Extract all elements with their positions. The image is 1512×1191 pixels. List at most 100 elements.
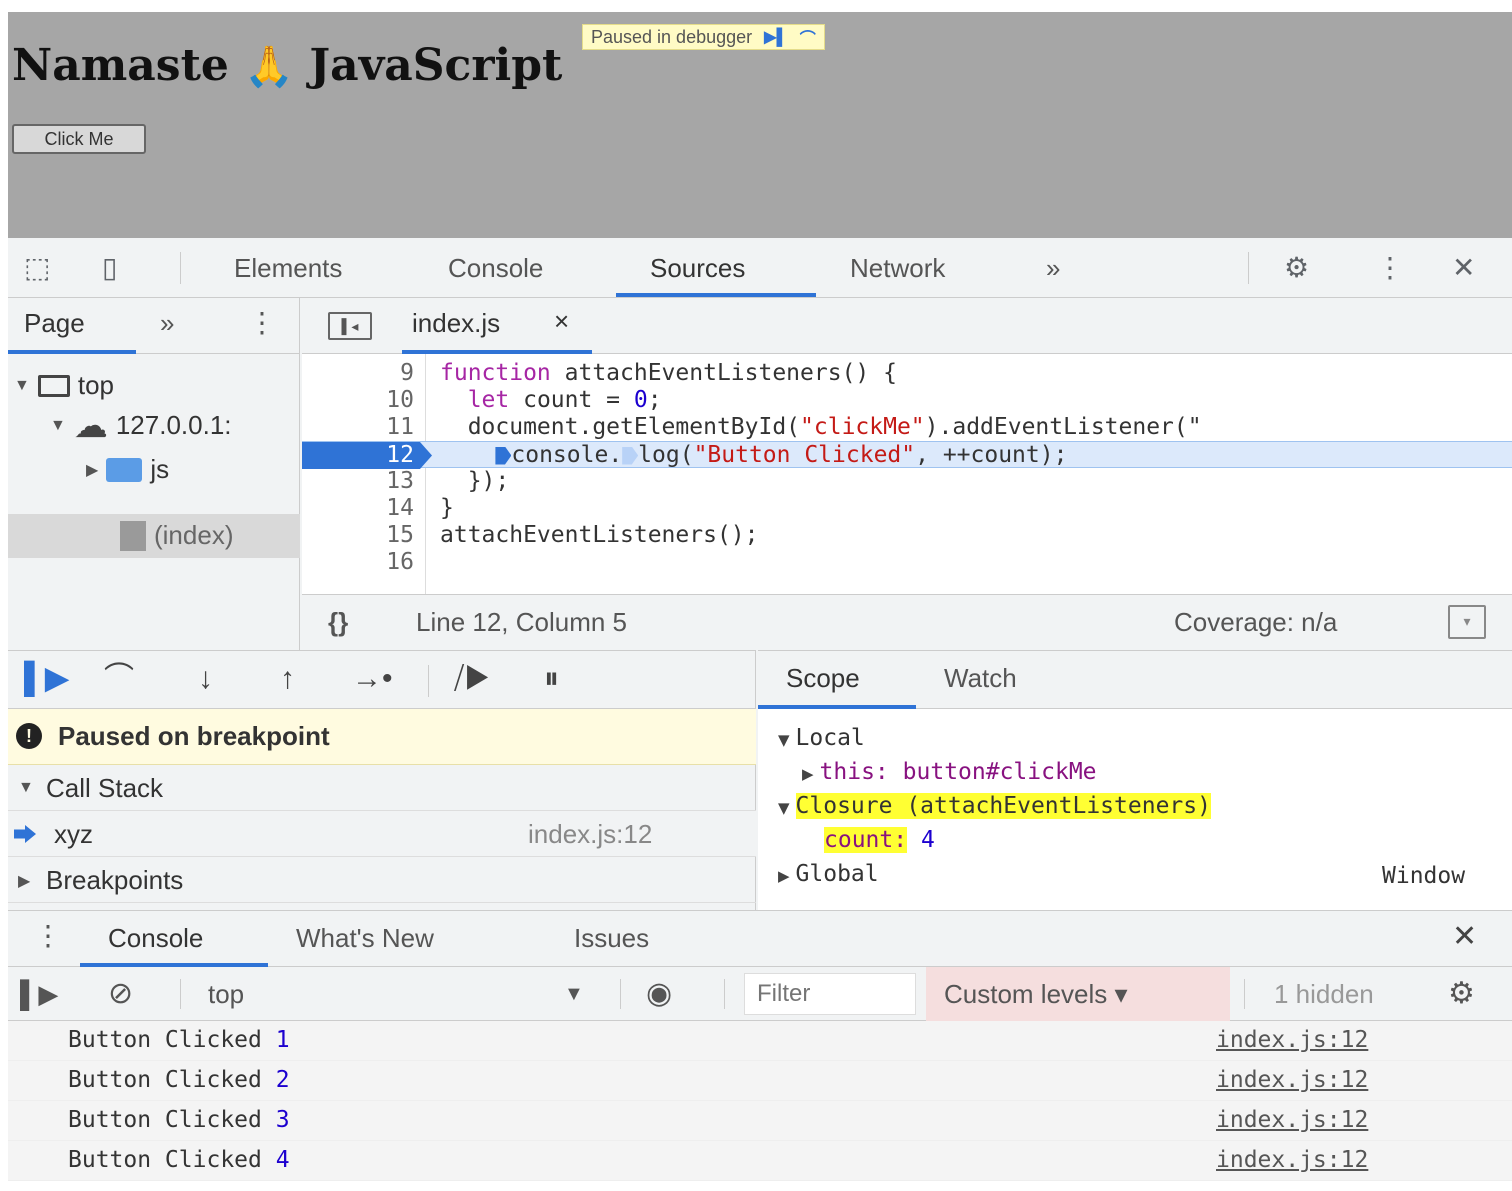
inline-breakpoint-icon[interactable] xyxy=(622,446,639,465)
console-settings-gear-icon[interactable]: ⚙ xyxy=(1448,977,1475,1011)
navigator-menu-icon[interactable]: ⋮ xyxy=(248,306,276,339)
code-line[interactable]: 11 document.getElementById("clickMe").ad… xyxy=(302,414,1512,441)
praying-hands-icon: 🙏 xyxy=(244,43,295,90)
code-line[interactable]: 15 attachEventListeners(); xyxy=(302,522,1512,549)
tree-item-js-folder[interactable]: ▶ js xyxy=(86,454,169,485)
log-source-link[interactable]: index.js:12 xyxy=(1216,1027,1368,1053)
line-number[interactable]: 15 xyxy=(302,522,414,549)
log-source-link[interactable]: index.js:12 xyxy=(1216,1067,1368,1093)
call-frame[interactable]: xyz index.js:12 xyxy=(8,811,756,857)
line-number[interactable]: 11 xyxy=(302,414,414,441)
code-text[interactable]: }); xyxy=(440,468,510,495)
code-text[interactable]: let count = 0; xyxy=(440,387,662,414)
tab-network[interactable]: Network xyxy=(850,250,945,286)
code-text[interactable]: } xyxy=(440,495,454,522)
code-line[interactable]: 16 xyxy=(302,549,1512,576)
step-icon[interactable]: →• xyxy=(352,661,393,697)
show-sidebar-icon[interactable]: ▌▶ xyxy=(20,977,58,1011)
tab-drawer-console[interactable]: Console xyxy=(108,923,203,954)
tab-page[interactable]: Page xyxy=(24,308,85,339)
filter-input[interactable] xyxy=(744,973,916,1015)
scope-tabs: Scope Watch xyxy=(758,651,1512,709)
step-out-icon[interactable]: ↑ xyxy=(280,661,295,697)
code-text[interactable]: attachEventListeners(); xyxy=(440,522,759,549)
code-line[interactable]: 13 }); xyxy=(302,468,1512,495)
closure-label: Closure (attachEventListeners) xyxy=(795,793,1211,819)
code-line[interactable]: 10 let count = 0; xyxy=(302,387,1512,414)
more-navigator-tabs-icon[interactable]: » xyxy=(160,308,174,339)
scope-global[interactable]: ▶ Global xyxy=(778,859,879,891)
log-source-link[interactable]: index.js:12 xyxy=(1216,1147,1368,1173)
collapsed-arrow-icon[interactable]: ▶ xyxy=(802,765,814,783)
close-drawer-icon[interactable]: ✕ xyxy=(1452,919,1477,954)
gear-icon[interactable]: ⚙ xyxy=(1284,250,1309,286)
device-toolbar-icon[interactable]: ▯ xyxy=(102,250,117,286)
step-into-icon[interactable]: ↓ xyxy=(198,661,213,697)
debugger-toolbar: ▌▶ ⌒ ↓ ↑ →• ⧸▶ ⏸ xyxy=(8,651,756,709)
live-expression-eye-icon[interactable]: ◉ xyxy=(646,977,672,1011)
frame-location[interactable]: index.js:12 xyxy=(528,819,652,850)
scope-count[interactable]: count: 4 xyxy=(824,825,935,855)
clear-console-icon[interactable]: ⊘ xyxy=(108,977,133,1011)
step-over-icon[interactable]: ⌒ xyxy=(800,25,816,49)
close-file-icon[interactable]: × xyxy=(554,306,569,337)
tab-console[interactable]: Console xyxy=(448,250,543,286)
code-text[interactable]: function attachEventListeners() { xyxy=(440,360,897,387)
code-line-current[interactable]: 12 console. log("Button Clicked", ++count… xyxy=(302,441,1512,469)
expand-arrow-icon[interactable]: ▼ xyxy=(778,799,790,817)
pretty-print-button[interactable]: {} xyxy=(328,607,348,638)
kebab-menu-icon[interactable]: ⋮ xyxy=(1376,250,1404,286)
breakpoints-header[interactable]: ▶ Breakpoints xyxy=(8,857,756,903)
expand-arrow-icon[interactable]: ▼ xyxy=(50,417,66,435)
more-tabs-icon[interactable]: » xyxy=(1046,250,1060,286)
tree-label: top xyxy=(77,370,114,400)
close-icon[interactable]: ✕ xyxy=(1452,250,1475,286)
click-me-button[interactable]: Click Me xyxy=(12,124,146,154)
code-line[interactable]: 14} xyxy=(302,495,1512,522)
file-tab-index-js[interactable]: index.js xyxy=(412,308,500,339)
chevron-down-icon[interactable]: ▼ xyxy=(564,977,584,1011)
resume-icon[interactable]: ▶▌ xyxy=(764,27,788,47)
expand-arrow-icon[interactable]: ▼ xyxy=(14,377,30,395)
tab-watch[interactable]: Watch xyxy=(944,663,1017,694)
tree-item-origin[interactable]: ▼ ☁ 127.0.0.1: xyxy=(50,409,232,443)
pause-on-exceptions-icon[interactable]: ⏸ xyxy=(544,661,559,697)
collapsed-arrow-icon[interactable]: ▶ xyxy=(86,460,98,480)
scope-closure[interactable]: ▼ Closure (attachEventListeners) xyxy=(778,791,1211,823)
deactivate-breakpoints-icon[interactable]: ⧸▶ xyxy=(454,661,491,697)
line-number[interactable]: 10 xyxy=(302,387,414,414)
line-number[interactable]: 9 xyxy=(302,360,414,387)
line-number[interactable]: 14 xyxy=(302,495,414,522)
step-over-icon[interactable]: ⌒ xyxy=(104,661,134,697)
collapsed-arrow-icon[interactable]: ▶ xyxy=(18,871,30,891)
expand-arrow-icon[interactable]: ▼ xyxy=(18,779,34,797)
tab-elements[interactable]: Elements xyxy=(234,250,342,286)
log-source-link[interactable]: index.js:12 xyxy=(1216,1107,1368,1133)
code-line[interactable]: 9 function attachEventListeners() { xyxy=(302,360,1512,387)
line-number[interactable]: 12 xyxy=(302,442,414,469)
screen: Namaste 🙏 JavaScript Paused in debugger … xyxy=(8,12,1512,1191)
tree-item-index[interactable]: (index) xyxy=(120,520,233,551)
resume-icon[interactable]: ▌▶ xyxy=(24,661,68,697)
call-stack-header[interactable]: ▼ Call Stack xyxy=(8,765,756,811)
tab-sources[interactable]: Sources xyxy=(650,250,745,286)
collapsed-arrow-icon[interactable]: ▶ xyxy=(778,867,790,885)
inspect-element-icon[interactable]: ⬚ xyxy=(24,250,50,286)
log-text: Button Clicked xyxy=(68,1107,276,1133)
log-levels-dropdown[interactable]: Custom levels ▾ xyxy=(926,967,1230,1021)
scope-this[interactable]: ▶ this: button#clickMe xyxy=(802,757,1097,789)
line-number[interactable]: 13 xyxy=(302,468,414,495)
tab-issues[interactable]: Issues xyxy=(574,923,649,954)
expand-arrow-icon[interactable]: ▼ xyxy=(778,731,790,749)
code-text[interactable]: document.getElementById("clickMe").addEv… xyxy=(440,414,1202,441)
line-number[interactable]: 16 xyxy=(302,549,414,576)
context-selector[interactable]: top xyxy=(208,977,244,1011)
tab-scope[interactable]: Scope xyxy=(786,663,860,694)
drawer-menu-icon[interactable]: ⋮ xyxy=(34,919,62,952)
show-drawer-icon[interactable]: ▾ xyxy=(1448,605,1486,639)
tab-whats-new[interactable]: What's New xyxy=(296,923,434,954)
tree-item-top[interactable]: ▼ top xyxy=(14,370,114,401)
scope-local[interactable]: ▼ Local xyxy=(778,723,865,755)
code-text[interactable]: console. log("Button Clicked", ++count); xyxy=(440,442,1067,469)
toggle-navigator-icon[interactable]: ▌◂ xyxy=(328,312,372,340)
